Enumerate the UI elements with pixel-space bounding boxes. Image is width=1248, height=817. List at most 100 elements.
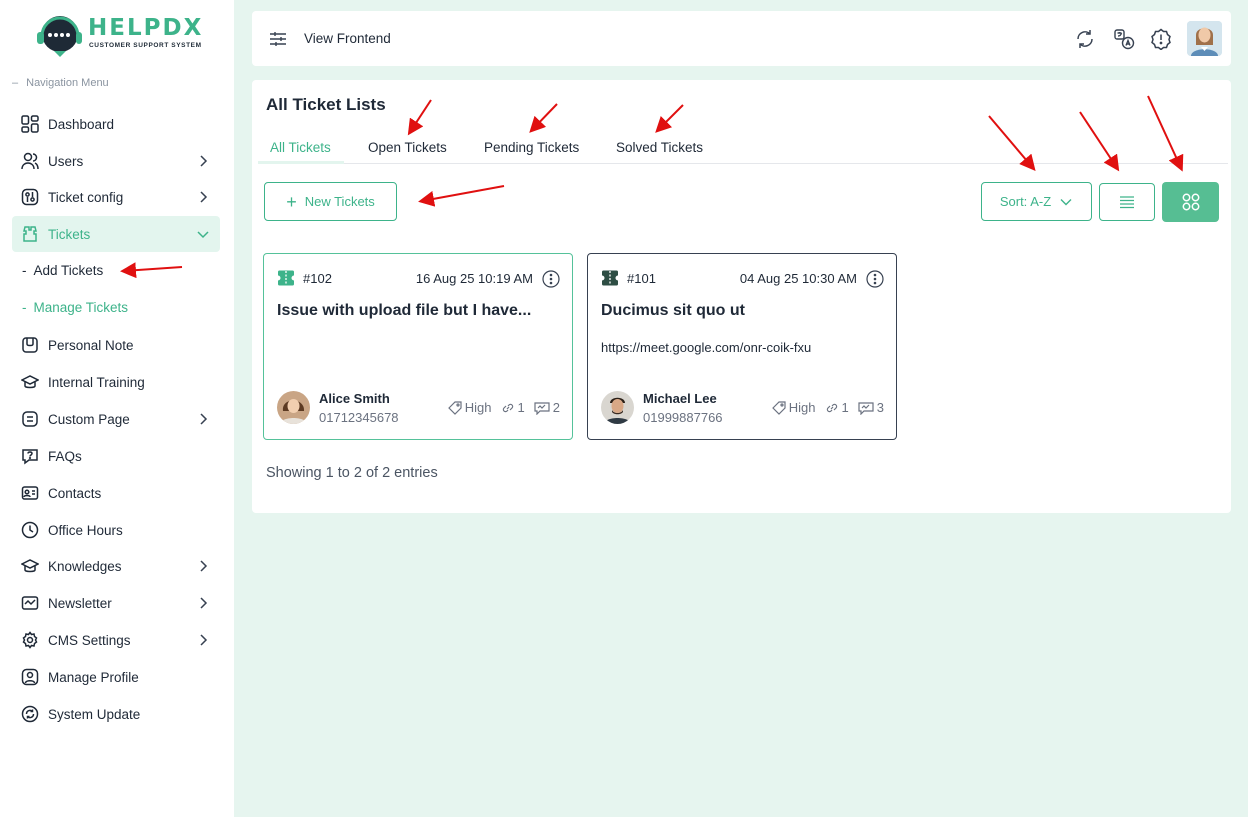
newsletter-icon [20, 593, 40, 613]
users-icon [20, 151, 40, 171]
sidebar-item-label: Contacts [48, 485, 102, 501]
sidebar-item-dashboard[interactable]: Dashboard [12, 106, 220, 142]
sidebar-item-knowledges[interactable]: Knowledges [12, 548, 220, 584]
sidebar-subitem-label: Manage Tickets [33, 300, 129, 315]
brand-name: HELPDX [88, 15, 204, 41]
tab-open-tickets[interactable]: Open Tickets [368, 140, 447, 155]
tickets-icon [20, 224, 40, 244]
chevron-right-icon [200, 155, 208, 167]
new-tickets-button[interactable]: + New Tickets [264, 182, 397, 221]
sidebar-item-manage-profile[interactable]: Manage Profile [12, 659, 220, 695]
tag-icon [447, 400, 462, 415]
sidebar-subitem-add-tickets[interactable]: - Add Tickets [22, 263, 103, 278]
customer-avatar [277, 391, 310, 424]
more-options-icon[interactable] [542, 270, 560, 288]
chevron-right-icon [200, 413, 208, 425]
sidebar-subitem-label: Add Tickets [33, 263, 104, 278]
custom-page-icon [20, 409, 40, 429]
links-count-value: 1 [517, 400, 525, 415]
links-count: 1 [825, 400, 849, 415]
knowledge-icon [20, 556, 40, 576]
sidebar-item-label: System Update [48, 706, 141, 722]
alert-badge-icon[interactable] [1150, 28, 1172, 50]
ticket-card[interactable]: #101 04 Aug 25 10:30 AM Ducimus sit quo … [587, 253, 897, 440]
sidebar-item-cms-settings[interactable]: CMS Settings [12, 622, 220, 658]
ticket-title[interactable]: Ducimus sit quo ut [601, 302, 745, 320]
sync-icon[interactable] [1074, 28, 1096, 50]
message-icon [858, 401, 874, 415]
ticket-title[interactable]: Issue with upload file but I have... [277, 302, 531, 320]
grid-view-button[interactable] [1162, 182, 1219, 222]
link-icon [826, 403, 837, 412]
ticket-meta: High 1 2 [439, 400, 560, 415]
priority-label: High [464, 400, 492, 415]
replies-count-value: 2 [552, 400, 560, 415]
top-header: View Frontend [252, 11, 1231, 66]
sidebar-item-label: Dashboard [48, 116, 115, 132]
sidebar-item-contacts[interactable]: Contacts [12, 475, 220, 511]
sidebar-item-label: Users [48, 153, 84, 169]
sidebar-item-newsletter[interactable]: Newsletter [12, 585, 220, 621]
ticket-date: 16 Aug 25 10:19 AM [415, 271, 533, 286]
sidebar-item-office-hours[interactable]: Office Hours [12, 512, 220, 548]
sort-dropdown[interactable]: Sort: A-Z [981, 182, 1092, 221]
sidebar-item-personal-note[interactable]: Personal Note [12, 327, 220, 363]
tab-solved-tickets[interactable]: Solved Tickets [616, 140, 703, 155]
headset-logo-icon [37, 16, 82, 57]
chevron-down-icon [1060, 198, 1072, 205]
page-title: All Ticket Lists [266, 95, 386, 114]
ticket-id: #101 [627, 271, 656, 286]
sliders-menu-icon[interactable] [269, 30, 287, 48]
priority-badge: High [771, 400, 816, 415]
brand-logo[interactable]: HELPDX CUSTOMER SUPPORT SYSTEM [36, 14, 206, 58]
customer-name: Alice Smith [319, 391, 390, 406]
profile-icon [20, 667, 40, 687]
tab-all-tickets[interactable]: All Tickets [270, 140, 331, 155]
view-frontend-link[interactable]: View Frontend [304, 31, 391, 46]
sidebar-item-label: Office Hours [48, 522, 123, 538]
pagination-info: Showing 1 to 2 of 2 entries [266, 465, 438, 481]
plus-icon: + [286, 191, 297, 212]
tab-pending-tickets[interactable]: Pending Tickets [484, 140, 579, 155]
sidebar-subitem-manage-tickets[interactable]: - Manage Tickets [22, 300, 128, 315]
sidebar-item-internal-training[interactable]: Internal Training [12, 364, 220, 400]
sidebar-item-label: CMS Settings [48, 632, 131, 648]
sidebar-item-label: Ticket config [48, 189, 124, 205]
gear-icon [20, 630, 40, 650]
contacts-icon [20, 483, 40, 503]
chevron-right-icon [200, 597, 208, 609]
ticket-card[interactable]: #102 16 Aug 25 10:19 AM Issue with uploa… [263, 253, 573, 440]
ticket-icon [278, 270, 294, 286]
sidebar-item-faqs[interactable]: FAQs [12, 438, 220, 474]
dashboard-icon [20, 114, 40, 134]
update-icon [20, 704, 40, 724]
tabs-divider [258, 163, 1228, 164]
new-tickets-label: New Tickets [304, 194, 375, 209]
sidebar-item-ticket-config[interactable]: Ticket config [12, 179, 220, 215]
note-icon [20, 335, 40, 355]
sort-label: Sort: A-Z [999, 194, 1052, 209]
clock-icon [20, 520, 40, 540]
sidebar-item-tickets[interactable]: Tickets [12, 216, 220, 252]
ticket-description: https://meet.google.com/onr-coik-fxu [601, 340, 812, 355]
replies-count-value: 3 [876, 400, 884, 415]
sidebar-item-system-update[interactable]: System Update [12, 696, 220, 732]
customer-phone: 01999887766 [643, 410, 723, 425]
list-view-button[interactable] [1099, 183, 1155, 221]
customer-avatar [601, 391, 634, 424]
chevron-down-icon [197, 231, 209, 239]
ticket-config-icon [20, 187, 40, 207]
sidebar-item-label: Internal Training [48, 374, 145, 390]
more-options-icon[interactable] [866, 270, 884, 288]
translate-icon[interactable] [1113, 28, 1135, 50]
links-count: 1 [501, 400, 525, 415]
chevron-right-icon [200, 634, 208, 646]
ticket-icon [602, 270, 618, 286]
sidebar-item-label: Custom Page [48, 411, 130, 427]
active-tab-indicator [258, 161, 344, 164]
sidebar-item-users[interactable]: Users [12, 143, 220, 179]
sidebar-item-custom-page[interactable]: Custom Page [12, 401, 220, 437]
user-avatar[interactable] [1187, 21, 1222, 56]
sidebar-item-label: Personal Note [48, 337, 134, 353]
sidebar-item-label: Knowledges [48, 558, 122, 574]
